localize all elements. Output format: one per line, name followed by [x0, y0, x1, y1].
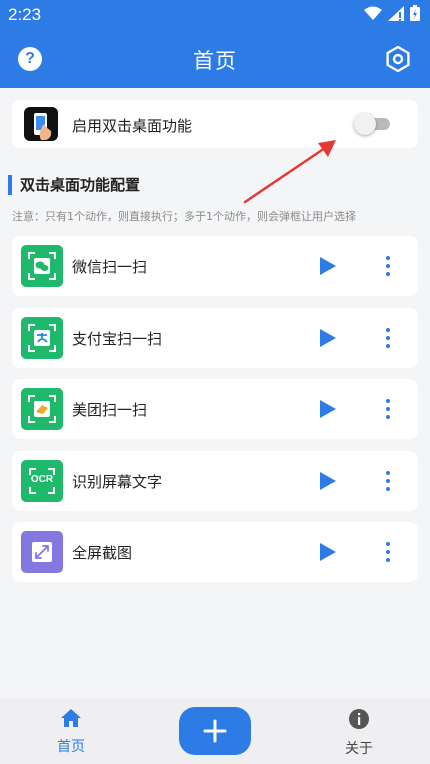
title-bar: ? 首页 [0, 36, 430, 82]
section-title: 双击桌面功能配置 [8, 175, 140, 195]
battery-icon [410, 5, 420, 21]
phone-tap-icon [24, 107, 58, 141]
more-options-icon[interactable] [382, 254, 394, 278]
play-icon[interactable] [319, 471, 337, 491]
ocr-icon-text: OCR [30, 474, 54, 485]
play-icon[interactable] [319, 542, 337, 562]
toggle-label: 启用双击桌面功能 [72, 117, 193, 135]
double-tap-toggle-card[interactable]: 启用双击桌面功能 [12, 100, 418, 148]
section-note: 注意：只有1个动作，则直接执行；多于1个动作，则会弹框让用户选择 [12, 210, 356, 223]
action-label: 全屏截图 [72, 544, 133, 562]
action-item-meituan-scan[interactable]: 美团扫一扫 [12, 379, 418, 439]
ocr-icon: OCR [21, 460, 63, 502]
add-action-button[interactable] [179, 707, 251, 755]
signal-icon [388, 5, 404, 21]
page-title: 首页 [193, 49, 237, 73]
nav-home[interactable]: 首页 [42, 708, 100, 758]
home-icon [61, 709, 81, 727]
wechat-scan-icon [21, 245, 63, 287]
play-icon[interactable] [319, 328, 337, 348]
double-tap-toggle-switch[interactable] [354, 113, 392, 135]
app-header: 2:23 ? 首页 [0, 0, 430, 88]
action-item-ocr[interactable]: OCR 识别屏幕文字 [12, 451, 418, 511]
more-options-icon[interactable] [382, 326, 394, 350]
action-label: 美团扫一扫 [72, 401, 148, 419]
nav-home-label: 首页 [57, 739, 85, 755]
more-options-icon[interactable] [382, 469, 394, 493]
action-label: 识别屏幕文字 [72, 473, 163, 491]
action-item-fullscreen-screenshot[interactable]: 全屏截图 [12, 522, 418, 582]
more-options-icon[interactable] [382, 397, 394, 421]
wifi-icon [364, 6, 382, 20]
plus-icon [203, 719, 227, 743]
bottom-navigation: 首页 关于 [0, 698, 430, 764]
more-options-icon[interactable] [382, 540, 394, 564]
meituan-scan-icon [21, 388, 63, 430]
nav-about-label: 关于 [345, 741, 373, 757]
action-item-wechat-scan[interactable]: 微信扫一扫 [12, 236, 418, 296]
toggle-knob [354, 113, 376, 135]
fullscreen-screenshot-icon [21, 531, 63, 573]
play-icon[interactable] [319, 399, 337, 419]
info-icon [349, 709, 369, 729]
settings-hexagon-icon[interactable] [384, 45, 412, 73]
action-label: 微信扫一扫 [72, 258, 148, 276]
status-icons [364, 5, 420, 21]
status-bar: 2:23 [0, 0, 430, 30]
play-icon[interactable] [319, 256, 337, 276]
status-time: 2:23 [8, 5, 42, 24]
alipay-scan-icon [21, 317, 63, 359]
action-label: 支付宝扫一扫 [72, 330, 163, 348]
nav-about[interactable]: 关于 [330, 708, 388, 758]
action-item-alipay-scan[interactable]: 支付宝扫一扫 [12, 308, 418, 368]
